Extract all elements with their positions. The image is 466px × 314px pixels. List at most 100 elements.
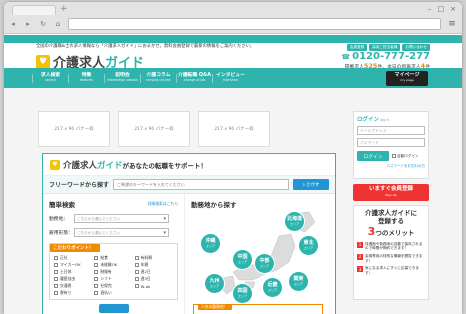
home-icon[interactable]: ⌂: [53, 19, 63, 29]
nav-sublabel: interview: [223, 78, 238, 83]
password-field[interactable]: パスワード: [357, 138, 425, 147]
auto-login-toggle[interactable]: 自動ログイン: [392, 154, 419, 159]
location-field-row: 勤務地： こちらから選んでください: [49, 214, 178, 223]
kodawari-option[interactable]: 制服有: [94, 269, 132, 275]
banner-slot[interactable]: 217 x 90 バナー枠: [118, 111, 190, 147]
signup-button[interactable]: いますぐ会員登録 Sign Up: [353, 184, 429, 201]
kodawari-checkbox[interactable]: [94, 256, 99, 260]
tab-strip: + – □ ×: [4, 2, 462, 15]
phone-text: 0120-777-277: [352, 51, 430, 62]
signup-sublabel: Sign Up: [385, 192, 397, 197]
new-tab-icon[interactable]: +: [60, 5, 68, 14]
kodawari-label: マイカーOK: [60, 262, 81, 267]
region-button[interactable]: 中国 エリア: [233, 250, 252, 269]
email-field[interactable]: メールアドレス: [357, 126, 425, 135]
web-page: 全国の介護職&士の求人情報なら「介護求人ガイド」におまかせ。無料会員登録で最新の…: [4, 35, 462, 314]
popular-locations-title: 人気の勤務地！: [198, 304, 232, 310]
kodawari-label: 未経験OK: [100, 262, 118, 267]
kodawari-checkbox[interactable]: [94, 270, 99, 274]
banner-slot[interactable]: 217 x 90 バナー枠: [198, 111, 270, 147]
region-button[interactable]: 北海道 エリア: [285, 212, 304, 231]
address-bar[interactable]: [68, 18, 441, 30]
kodawari-checkbox[interactable]: [94, 277, 99, 281]
region-button[interactable]: 沖縄 エリア: [201, 234, 220, 253]
kodawari-checkbox[interactable]: [134, 277, 139, 281]
browser-chrome: + – □ × ◂ ▸ ↻ ⌂ ≡: [4, 2, 462, 34]
simple-search-button[interactable]: [98, 304, 129, 313]
login-box: ログインlog in メールアドレス パスワード ログイン 自動ログイン パスワ…: [353, 111, 429, 179]
kodawari-option[interactable]: 週3日: [134, 276, 173, 282]
region-button[interactable]: 関東 エリア: [289, 272, 308, 291]
kodawari-checkbox[interactable]: [54, 263, 58, 267]
headline-rest: があなたの転職をサポート！: [122, 161, 208, 170]
kodawari-option[interactable]: 週払い: [94, 290, 132, 296]
region-search-title: 勤務地から探す: [191, 201, 237, 209]
login-title-en: log in: [380, 118, 390, 122]
region-button[interactable]: 四国 エリア: [233, 284, 252, 303]
kodawari-checkbox[interactable]: [94, 291, 99, 295]
kodawari-option[interactable]: 正社: [54, 255, 92, 261]
header-link-register[interactable]: 会員登録: [346, 44, 368, 51]
kodawari-option[interactable]: 未経験OK: [94, 262, 132, 268]
login-button[interactable]: ログイン: [357, 151, 389, 161]
nav-item-qa[interactable]: 介護転職 Q&A change of job: [176, 73, 212, 83]
kodawari-option[interactable]: マイカーOK: [54, 262, 92, 268]
kodawari-option[interactable]: 交通費: [54, 283, 92, 289]
mypage-button[interactable]: マイページ my page: [386, 71, 428, 86]
header-link-contact[interactable]: お問い合わせ: [402, 44, 430, 51]
kodawari-checkbox[interactable]: [94, 263, 99, 267]
region-button[interactable]: 東北 エリア: [299, 236, 318, 255]
kodawari-option[interactable]: 土日休: [54, 269, 92, 275]
back-icon[interactable]: ◂: [8, 19, 18, 29]
region-button[interactable]: 近畿 エリア: [263, 278, 282, 297]
detail-search-link[interactable]: 詳細検索はこちら: [148, 201, 178, 207]
kodawari-checkbox[interactable]: [134, 263, 139, 267]
employment-select[interactable]: こちらから選んでください: [74, 228, 169, 237]
kodawari-checkbox[interactable]: [54, 256, 58, 260]
kodawari-checkbox[interactable]: [134, 256, 139, 260]
merit-list: 1 待遇面や勤務地の自動で保存されるので時間が節約できます！ 2 会員専用の特別な情報…: [357, 241, 425, 276]
region-button[interactable]: 中部 エリア: [255, 254, 274, 273]
nav-item-session[interactable]: 説明会 information session: [104, 73, 140, 83]
kodawari-checkbox[interactable]: [54, 284, 58, 288]
browser-tab[interactable]: [12, 5, 56, 15]
freeword-search-button[interactable]: ⌕ さがす: [293, 179, 329, 190]
kodawari-label: 年間: [140, 262, 149, 267]
kodawari-checkbox[interactable]: [94, 284, 99, 288]
nav-item-features[interactable]: 特集 features: [68, 73, 104, 83]
kodawari-option[interactable]: W-ok: [134, 283, 173, 289]
freeword-input[interactable]: [113, 179, 289, 190]
kodawari-option[interactable]: 寮有り: [54, 290, 92, 296]
kodawari-option[interactable]: [135, 290, 173, 296]
minimize-icon[interactable]: –: [428, 5, 432, 13]
location-select[interactable]: こちらから選んでください: [74, 214, 169, 223]
auto-login-checkbox[interactable]: [392, 154, 396, 158]
kodawari-checkbox[interactable]: [54, 291, 58, 295]
kodawari-checkbox[interactable]: [54, 270, 58, 274]
kodawari-checkbox[interactable]: [54, 277, 58, 281]
nav-item-interview[interactable]: インタビュー interview: [212, 73, 248, 83]
maximize-icon[interactable]: □: [438, 5, 445, 13]
kodawari-option[interactable]: 履歴自由: [54, 276, 92, 282]
kodawari-option[interactable]: 週2日: [134, 269, 173, 275]
browser-menu-icon[interactable]: ≡: [446, 19, 458, 29]
heart-icon: ♥: [36, 54, 50, 69]
nav-item-search[interactable]: 求人検索 search: [32, 73, 68, 83]
forward-icon[interactable]: ▸: [23, 19, 33, 29]
kodawari-option[interactable]: 年間: [134, 262, 173, 268]
close-icon[interactable]: ×: [450, 5, 456, 13]
kodawari-option[interactable]: 社保完: [94, 283, 132, 289]
nav-item-column[interactable]: 介護コラム nursing column: [140, 73, 176, 83]
reload-icon[interactable]: ↻: [38, 19, 48, 29]
kodawari-option[interactable]: シフト: [94, 276, 132, 282]
forgot-password-link[interactable]: パスワードをお忘れの方: [357, 164, 426, 169]
region-button[interactable]: 九州 エリア: [205, 274, 224, 293]
header-link-recruiter[interactable]: 採用ご担当者様: [369, 44, 401, 51]
kodawari-option[interactable]: 給食: [94, 255, 132, 261]
kodawari-option[interactable]: 有料朝: [134, 255, 173, 261]
kodawari-label: 週払い: [100, 290, 112, 295]
kodawari-checkbox[interactable]: [134, 284, 139, 288]
kodawari-checkbox[interactable]: [134, 270, 139, 274]
kodawari-label: シフト: [100, 276, 112, 281]
banner-slot[interactable]: 217 x 90 バナー枠: [38, 111, 110, 147]
